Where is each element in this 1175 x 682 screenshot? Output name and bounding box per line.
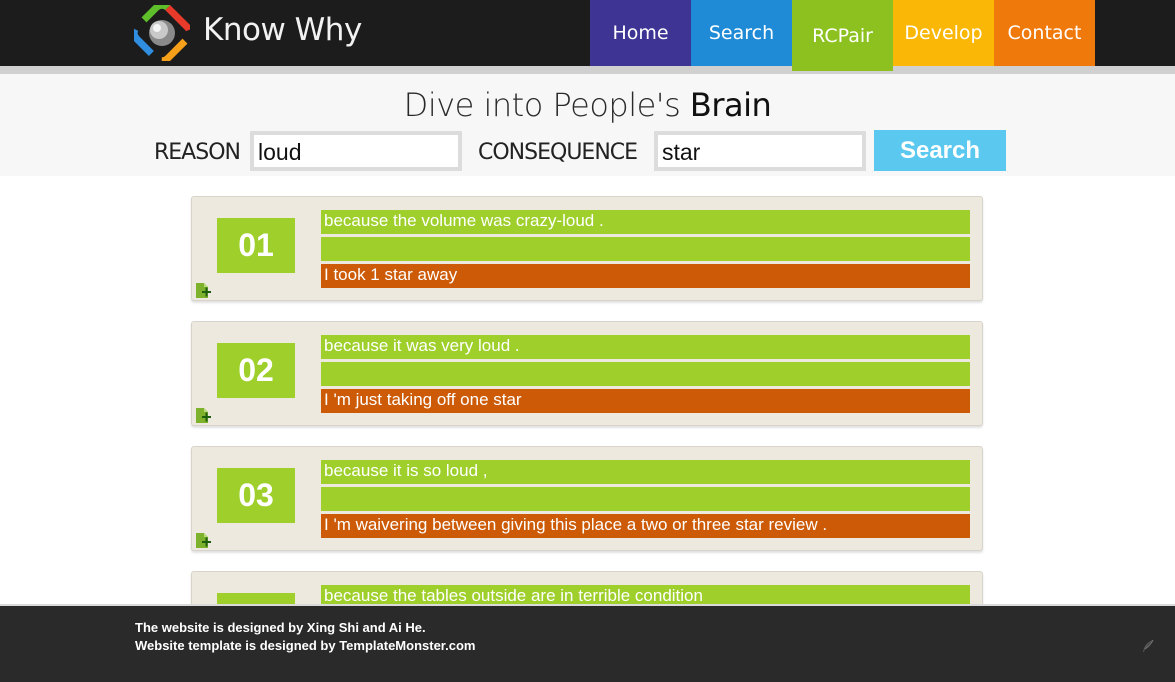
result-card: 01 because the volume was crazy-loud . I…: [191, 196, 983, 301]
consequence-bar: I took 1 star away: [321, 264, 970, 288]
nav-contact-label: Contact: [1007, 22, 1082, 44]
add-page-icon[interactable]: [194, 407, 212, 424]
consequence-input[interactable]: star: [654, 131, 866, 171]
know-why-logo-icon[interactable]: [134, 5, 190, 61]
result-number: 03: [217, 468, 295, 523]
consequence-bar: I 'm just taking off one star: [321, 389, 970, 413]
result-number: 02: [217, 343, 295, 398]
add-page-icon[interactable]: [194, 532, 212, 549]
nav-search-label: Search: [708, 22, 775, 44]
footer-credit-designers: The website is designed by Xing Shi and …: [135, 620, 426, 635]
page-headline: Dive into People's Brain: [0, 86, 1175, 124]
header-divider: [0, 66, 1175, 74]
headline-strong: Brain: [689, 86, 772, 124]
nav-home-label: Home: [612, 22, 669, 44]
main-nav: Home Search RCPair Develop Contact: [590, 0, 1095, 71]
reason-input[interactable]: loud: [250, 131, 462, 171]
add-page-icon[interactable]: [194, 282, 212, 299]
middle-bar: [321, 487, 970, 511]
result-number: 01: [217, 218, 295, 273]
consequence-label: CONSEQUENCE: [478, 140, 638, 165]
brand-title[interactable]: Know Why: [203, 12, 362, 48]
middle-bar: [321, 237, 970, 261]
footer-credit-template: Website template is designed by Template…: [135, 638, 476, 653]
search-button[interactable]: Search: [874, 130, 1006, 171]
nav-rcpair[interactable]: RCPair: [792, 0, 893, 71]
consequence-bar: I 'm waivering between giving this place…: [321, 514, 970, 538]
nav-develop-label: Develop: [904, 22, 983, 44]
nav-search[interactable]: Search: [691, 0, 792, 66]
nav-develop[interactable]: Develop: [893, 0, 994, 66]
result-card: 02 because it was very loud . I 'm just …: [191, 321, 983, 426]
headline-light: Dive into People's: [403, 86, 690, 124]
reason-bar: because the volume was crazy-loud .: [321, 210, 970, 234]
feather-icon[interactable]: [1140, 638, 1156, 654]
middle-bar: [321, 362, 970, 386]
reason-bar: because it was very loud .: [321, 335, 970, 359]
nav-home[interactable]: Home: [590, 0, 691, 66]
reason-bar: because it is so loud ,: [321, 460, 970, 484]
result-card: 03 because it is so loud , I 'm waiverin…: [191, 446, 983, 551]
nav-contact[interactable]: Contact: [994, 0, 1095, 66]
reason-label: REASON: [154, 140, 241, 165]
nav-rcpair-label: RCPair: [812, 24, 873, 47]
